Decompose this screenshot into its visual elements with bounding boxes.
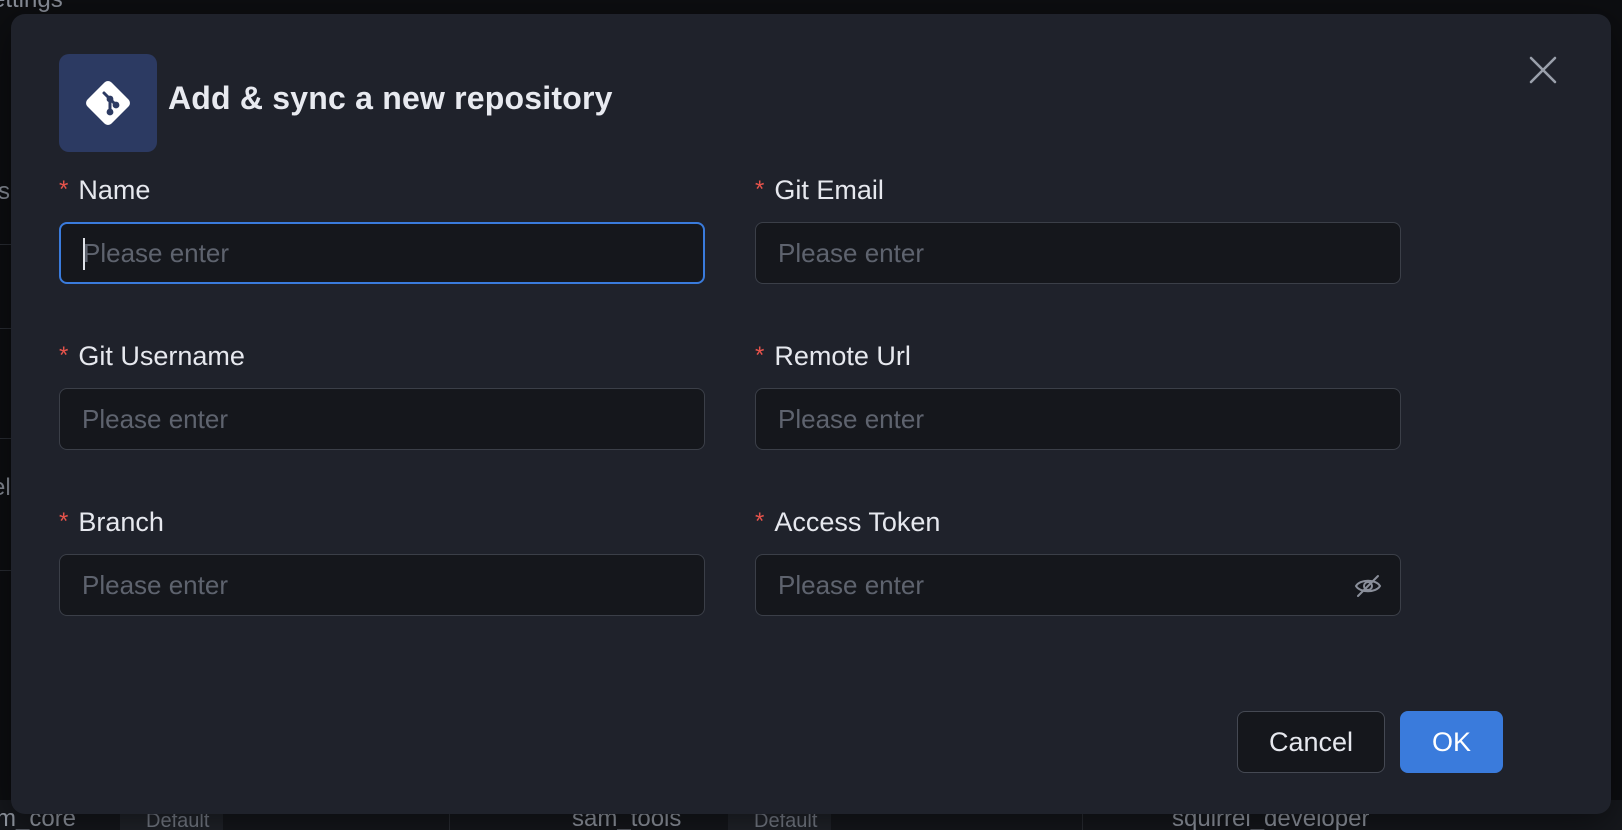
required-marker: * xyxy=(59,508,69,535)
cancel-button[interactable]: Cancel xyxy=(1237,711,1385,773)
close-button[interactable] xyxy=(1523,50,1563,90)
ok-button[interactable]: OK xyxy=(1400,711,1503,773)
git-username-label-text: Git Username xyxy=(78,341,245,371)
required-marker: * xyxy=(755,176,765,203)
background-label-fragment: el xyxy=(0,474,11,501)
access-token-input-wrapper xyxy=(755,554,1401,616)
close-icon xyxy=(1529,56,1557,84)
required-marker: * xyxy=(755,508,765,535)
background-label-fragment: s xyxy=(0,178,10,205)
git-icon xyxy=(59,54,157,152)
add-repository-dialog: Add & sync a new repository * Name * Git E… xyxy=(11,14,1611,814)
access-token-label: * Access Token xyxy=(755,504,1401,540)
name-field: * Name xyxy=(59,172,705,284)
access-token-label-text: Access Token xyxy=(774,507,941,537)
remote-url-input-wrapper xyxy=(755,388,1401,450)
name-input[interactable] xyxy=(61,224,703,282)
git-email-label: * Git Email xyxy=(755,172,1401,208)
toggle-visibility-button[interactable] xyxy=(1352,570,1384,602)
git-username-field: * Git Username xyxy=(59,338,705,450)
background-label-fragment: l xyxy=(0,625,1,653)
git-username-input-wrapper xyxy=(59,388,705,450)
text-caret xyxy=(83,238,85,270)
remote-url-label: * Remote Url xyxy=(755,338,1401,374)
eye-off-icon xyxy=(1354,575,1382,597)
git-email-label-text: Git Email xyxy=(774,175,884,205)
access-token-input[interactable] xyxy=(756,555,1400,615)
name-label-text: Name xyxy=(78,175,151,205)
required-marker: * xyxy=(59,342,69,369)
git-username-label: * Git Username xyxy=(59,338,705,374)
branch-label-text: Branch xyxy=(78,507,164,537)
name-label: * Name xyxy=(59,172,705,208)
branch-field: * Branch xyxy=(59,504,705,616)
required-marker: * xyxy=(59,176,69,203)
remote-url-input[interactable] xyxy=(756,389,1400,449)
git-username-input[interactable] xyxy=(60,389,704,449)
background-settings-fragment: ettings xyxy=(0,0,63,14)
git-email-input-wrapper xyxy=(755,222,1401,284)
branch-input[interactable] xyxy=(60,555,704,615)
required-marker: * xyxy=(755,342,765,369)
name-input-wrapper xyxy=(59,222,705,284)
access-token-field: * Access Token xyxy=(755,504,1401,616)
remote-url-field: * Remote Url xyxy=(755,338,1401,450)
dialog-title: Add & sync a new repository xyxy=(168,80,613,116)
git-email-input[interactable] xyxy=(756,223,1400,283)
git-email-field: * Git Email xyxy=(755,172,1401,284)
remote-url-label-text: Remote Url xyxy=(774,341,911,371)
branch-label: * Branch xyxy=(59,504,705,540)
branch-input-wrapper xyxy=(59,554,705,616)
